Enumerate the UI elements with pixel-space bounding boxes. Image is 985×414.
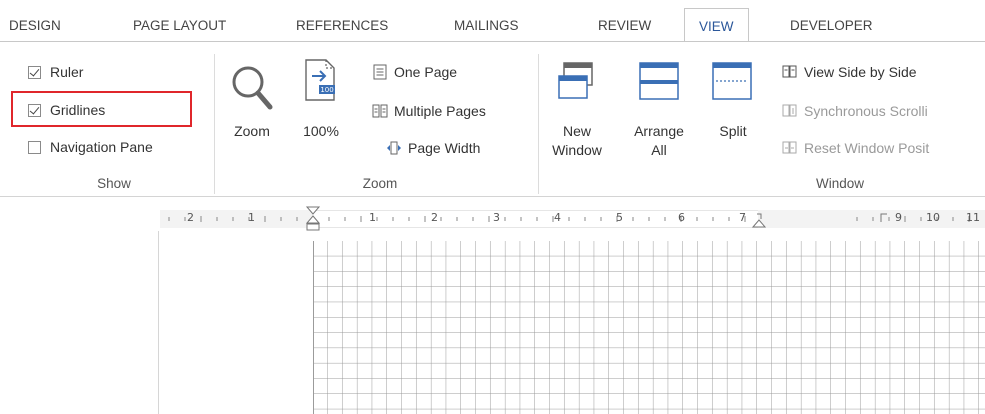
new-window-label-line2: Window (552, 142, 602, 158)
arrange-all-icon[interactable] (637, 60, 683, 104)
ruler-number: 2 (187, 211, 194, 224)
ruler-number: 1 (369, 211, 376, 224)
split-button-label[interactable]: Split (710, 122, 756, 141)
multiple-pages-label: Multiple Pages (394, 103, 486, 119)
ruler-ticks (168, 216, 970, 222)
tab-developer[interactable]: DEVELOPER (790, 18, 873, 33)
page-left-edge (158, 231, 159, 414)
multiple-pages-button[interactable]: Multiple Pages (372, 103, 486, 119)
one-page-button[interactable]: One Page (372, 64, 457, 80)
ruler-number: 2 (431, 211, 438, 224)
tab-references[interactable]: REFERENCES (296, 18, 388, 33)
split-icon[interactable] (710, 60, 756, 104)
synchronous-scrolling-label: Synchronous Scrolli (804, 103, 928, 119)
navigation-pane-checkbox-label: Navigation Pane (50, 139, 153, 155)
gridlines-highlight-box (11, 91, 192, 127)
group-separator (538, 54, 539, 194)
new-window-icon[interactable] (556, 60, 602, 104)
ruler-number: 11 (966, 211, 980, 224)
synchronous-scrolling-icon (782, 104, 797, 117)
one-page-label: One Page (394, 64, 458, 80)
multiple-pages-icon (372, 104, 388, 118)
ruler-number: 10 (926, 211, 940, 224)
right-indent-marker[interactable] (752, 213, 766, 231)
ruler-number: 6 (678, 211, 685, 224)
horizontal-ruler[interactable]: 2 1 1 2 3 4 5 6 7 9 10 11 (0, 197, 985, 231)
tab-view[interactable]: VIEW (684, 8, 749, 42)
view-side-by-side-icon (782, 65, 797, 78)
reset-window-position-button[interactable]: Reset Window Posit (782, 140, 929, 156)
page-width-icon (387, 141, 401, 155)
arrange-all-label-line2: All (651, 142, 667, 158)
navigation-pane-checkbox[interactable]: Navigation Pane (28, 139, 153, 155)
show-group-label: Show (97, 176, 131, 191)
hundred-badge: 100 (320, 86, 333, 94)
zoom-group-label: Zoom (362, 176, 398, 191)
page-width-button[interactable]: Page Width (386, 140, 480, 156)
hundred-percent-icon[interactable]: 100 (302, 58, 338, 104)
zoom-magnifier-icon[interactable] (228, 62, 276, 112)
tab-page-layout[interactable]: PAGE LAYOUT (133, 18, 226, 33)
one-page-icon (373, 64, 387, 80)
new-window-label-line1: New (562, 123, 591, 139)
tab-design[interactable]: DESIGN (9, 18, 61, 33)
reset-window-position-label: Reset Window Posit (804, 140, 930, 156)
view-side-by-side-button[interactable]: View Side by Side (782, 64, 917, 80)
page-width-label: Page Width (408, 140, 481, 156)
document-gridlines (313, 241, 985, 414)
synchronous-scrolling-button[interactable]: Synchronous Scrolli (782, 103, 928, 119)
ribbon-tabs: DESIGN PAGE LAYOUT REFERENCES MAILINGS R… (0, 0, 985, 42)
ruler-checkbox-box[interactable] (28, 65, 41, 79)
group-separator (214, 54, 215, 194)
tab-review[interactable]: REVIEW (598, 18, 651, 33)
ruler-checkbox-label: Ruler (50, 64, 84, 80)
ruler-number: 3 (493, 211, 500, 224)
arrange-all-button[interactable]: Arrange All (626, 122, 692, 160)
tab-stop-marker[interactable] (880, 213, 888, 223)
hundred-percent-label[interactable]: 100% (298, 122, 344, 141)
ruler-number: 5 (616, 211, 623, 224)
ruler-number: 4 (554, 211, 561, 224)
new-window-button[interactable]: New Window (548, 122, 606, 160)
ruler-number: 1 (248, 211, 255, 224)
zoom-button-label[interactable]: Zoom (229, 122, 275, 141)
reset-window-position-icon (782, 141, 797, 154)
view-side-by-side-label: View Side by Side (804, 64, 917, 80)
navigation-pane-checkbox-box[interactable] (28, 140, 41, 154)
window-group-label: Window (815, 176, 864, 191)
ruler-number: 9 (895, 211, 902, 224)
ruler-number: 7 (739, 211, 746, 224)
tab-mailings[interactable]: MAILINGS (454, 18, 519, 33)
arrange-all-label-line1: Arrange (634, 123, 684, 139)
ruler-checkbox[interactable]: Ruler (28, 64, 83, 80)
